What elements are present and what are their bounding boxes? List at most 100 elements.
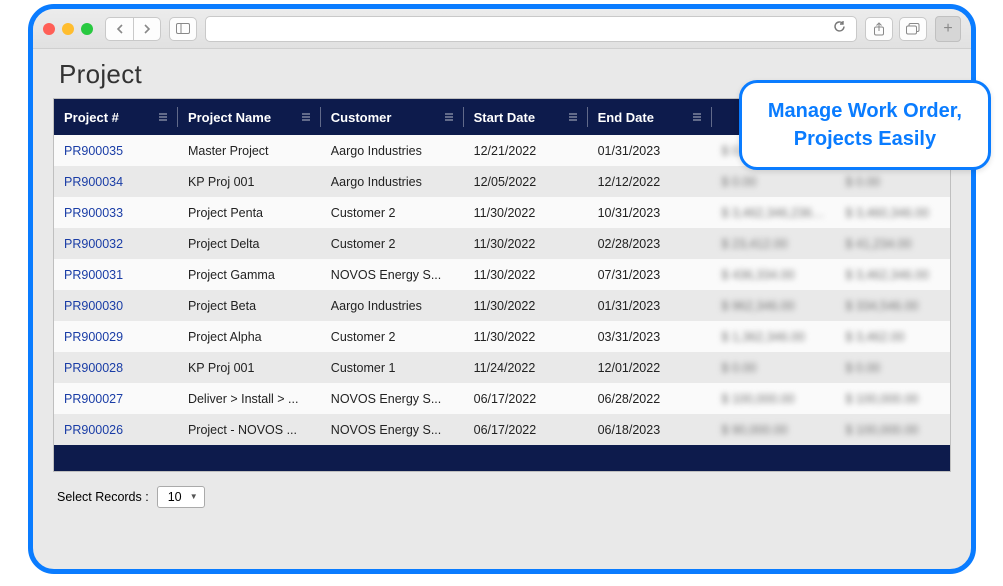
select-records-dropdown[interactable]: 10 — [157, 486, 205, 508]
cell-amount-b: $ 0.00 — [836, 361, 951, 375]
cell-end-date: 12/01/2022 — [588, 361, 712, 375]
cell-customer: Aargo Industries — [321, 175, 464, 189]
table-body: PR900035Master ProjectAargo Industries12… — [54, 135, 950, 445]
table-row[interactable]: PR900033Project PentaCustomer 211/30/202… — [54, 197, 950, 228]
cell-project-name: Project Gamma — [178, 268, 321, 282]
back-button[interactable] — [105, 17, 133, 41]
reload-icon[interactable] — [833, 20, 846, 38]
cell-project-id[interactable]: PR900034 — [54, 175, 178, 189]
column-menu-icon[interactable] — [158, 112, 168, 122]
tabs-button[interactable] — [899, 17, 927, 41]
cell-amount-b: $ 100,000.00 — [836, 392, 951, 406]
cell-customer: Customer 2 — [321, 206, 464, 220]
cell-amount-b: $ 41,234.00 — [836, 237, 951, 251]
column-header-start-date[interactable]: Start Date — [464, 99, 588, 135]
forward-button[interactable] — [133, 17, 161, 41]
window-controls — [43, 23, 93, 35]
column-header-customer[interactable]: Customer — [321, 99, 464, 135]
cell-amount-a: $ 23,412.00 — [712, 237, 836, 251]
cell-project-name: Project - NOVOS ... — [178, 423, 321, 437]
select-records-value: 10 — [168, 490, 182, 504]
cell-project-name: Project Alpha — [178, 330, 321, 344]
cell-start-date: 11/30/2022 — [464, 299, 588, 313]
minimize-window-button[interactable] — [62, 23, 74, 35]
cell-amount-a: $ 0.00 — [712, 361, 836, 375]
cell-amount-a: $ 3,462,346,236.00 — [712, 206, 836, 220]
table-row[interactable]: PR900031Project GammaNOVOS Energy S...11… — [54, 259, 950, 290]
cell-project-id[interactable]: PR900027 — [54, 392, 178, 406]
cell-start-date: 11/24/2022 — [464, 361, 588, 375]
cell-start-date: 11/30/2022 — [464, 237, 588, 251]
column-menu-icon[interactable] — [301, 112, 311, 122]
cell-amount-b: $ 0.00 — [836, 175, 951, 189]
cell-amount-b: $ 334,546.00 — [836, 299, 951, 313]
cell-project-name: Project Delta — [178, 237, 321, 251]
cell-end-date: 12/12/2022 — [588, 175, 712, 189]
cell-project-id[interactable]: PR900028 — [54, 361, 178, 375]
cell-amount-a: $ 962,346.00 — [712, 299, 836, 313]
cell-end-date: 03/31/2023 — [588, 330, 712, 344]
cell-end-date: 07/31/2023 — [588, 268, 712, 282]
column-label: Project Name — [188, 110, 271, 125]
table-row[interactable]: PR900030Project BetaAargo Industries11/3… — [54, 290, 950, 321]
nav-buttons — [105, 17, 161, 41]
cell-project-id[interactable]: PR900031 — [54, 268, 178, 282]
cell-project-id[interactable]: PR900033 — [54, 206, 178, 220]
column-header-end-date[interactable]: End Date — [588, 99, 712, 135]
cell-end-date: 01/31/2023 — [588, 144, 712, 158]
cell-customer: Aargo Industries — [321, 299, 464, 313]
column-header-project-id[interactable]: Project # — [54, 99, 178, 135]
select-records-label: Select Records : — [57, 490, 149, 504]
cell-end-date: 06/28/2022 — [588, 392, 712, 406]
cell-project-id[interactable]: PR900030 — [54, 299, 178, 313]
cell-project-name: Project Beta — [178, 299, 321, 313]
cell-amount-a: $ 0.00 — [712, 175, 836, 189]
share-button[interactable] — [865, 17, 893, 41]
close-window-button[interactable] — [43, 23, 55, 35]
cell-project-id[interactable]: PR900035 — [54, 144, 178, 158]
callout-line-1: Manage Work Order, — [768, 97, 962, 125]
address-bar[interactable] — [205, 16, 857, 42]
table-row[interactable]: PR900034KP Proj 001Aargo Industries12/05… — [54, 166, 950, 197]
cell-project-name: Project Penta — [178, 206, 321, 220]
cell-amount-b: $ 3,462,346.00 — [836, 268, 951, 282]
callout-line-2: Projects Easily — [768, 125, 962, 153]
column-label: Customer — [331, 110, 392, 125]
table-footer — [54, 445, 950, 471]
cell-end-date: 06/18/2023 — [588, 423, 712, 437]
cell-customer: Customer 1 — [321, 361, 464, 375]
column-menu-icon[interactable] — [444, 112, 454, 122]
cell-customer: NOVOS Energy S... — [321, 392, 464, 406]
column-header-project-name[interactable]: Project Name — [178, 99, 321, 135]
column-menu-icon[interactable] — [568, 112, 578, 122]
cell-project-id[interactable]: PR900026 — [54, 423, 178, 437]
table-row[interactable]: PR900027Deliver > Install > ...NOVOS Ene… — [54, 383, 950, 414]
cell-customer: Customer 2 — [321, 237, 464, 251]
cell-start-date: 06/17/2022 — [464, 392, 588, 406]
cell-project-name: Deliver > Install > ... — [178, 392, 321, 406]
cell-amount-b: $ 100,000.00 — [836, 423, 951, 437]
table-row[interactable]: PR900026Project - NOVOS ...NOVOS Energy … — [54, 414, 950, 445]
sidebar-toggle-button[interactable] — [169, 17, 197, 41]
cell-customer: NOVOS Energy S... — [321, 423, 464, 437]
cell-project-id[interactable]: PR900032 — [54, 237, 178, 251]
cell-start-date: 06/17/2022 — [464, 423, 588, 437]
cell-start-date: 12/21/2022 — [464, 144, 588, 158]
table-row[interactable]: PR900029Project AlphaCustomer 211/30/202… — [54, 321, 950, 352]
table-row[interactable]: PR900032Project DeltaCustomer 211/30/202… — [54, 228, 950, 259]
maximize-window-button[interactable] — [81, 23, 93, 35]
table-row[interactable]: PR900028KP Proj 001Customer 111/24/20221… — [54, 352, 950, 383]
cell-customer: Aargo Industries — [321, 144, 464, 158]
cell-project-id[interactable]: PR900029 — [54, 330, 178, 344]
callout-bubble: Manage Work Order, Projects Easily — [739, 80, 991, 170]
column-menu-icon[interactable] — [692, 112, 702, 122]
new-tab-button[interactable]: + — [935, 16, 961, 42]
select-records-row: Select Records : 10 — [53, 486, 951, 508]
cell-start-date: 12/05/2022 — [464, 175, 588, 189]
cell-end-date: 10/31/2023 — [588, 206, 712, 220]
cell-start-date: 11/30/2022 — [464, 330, 588, 344]
column-label: Project # — [64, 110, 119, 125]
column-label: End Date — [598, 110, 654, 125]
cell-amount-a: $ 436,334.00 — [712, 268, 836, 282]
cell-project-name: KP Proj 001 — [178, 175, 321, 189]
